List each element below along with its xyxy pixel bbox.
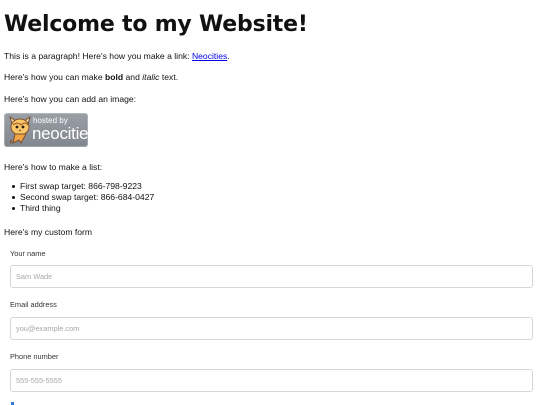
example-list: First swap target: 866-798-9223 Second s… bbox=[11, 181, 155, 214]
bold-text: bold bbox=[105, 72, 124, 82]
page-title: Welcome to my Website! bbox=[4, 12, 308, 37]
list-item-second-swap-target: Second swap target: 866-684-0427 bbox=[11, 192, 155, 202]
formatting-text-start: Here's how you can make bbox=[4, 72, 105, 82]
name-label: Your name bbox=[10, 249, 46, 258]
list-item-third-thing: Third thing bbox=[11, 203, 154, 214]
formatting-text-middle: and bbox=[123, 72, 143, 82]
website-page: Welcome to my Website! This is a paragra… bbox=[0, 0, 540, 405]
form-intro-text: Here's my custom form bbox=[4, 227, 93, 237]
formatting-paragraph: Here's how you can make bold and italic … bbox=[4, 72, 178, 83]
intro-text: This is a paragraph! Here's how you make… bbox=[4, 51, 192, 61]
email-field[interactable] bbox=[10, 317, 533, 340]
list-item-first-swap-target: First swap target: 866-798-9223 bbox=[11, 181, 154, 192]
intro-paragraph: This is a paragraph! Here's how you make… bbox=[4, 51, 230, 62]
formatting-text-end: text. bbox=[159, 72, 179, 82]
intro-punctuation: . bbox=[227, 51, 230, 61]
list-intro-text: Here's how to make a list: bbox=[4, 162, 103, 172]
neocities-badge[interactable]: hosted by neocities bbox=[4, 113, 88, 147]
neocities-link[interactable]: Neocities bbox=[192, 51, 227, 61]
phone-label: Phone number bbox=[10, 352, 59, 361]
neocities-cat-icon bbox=[9, 116, 31, 144]
phone-field[interactable] bbox=[10, 369, 533, 392]
badge-neocities-text: neocities bbox=[32, 124, 88, 143]
italic-text: italic bbox=[142, 72, 160, 82]
name-field[interactable] bbox=[10, 265, 533, 288]
email-label: Email address bbox=[10, 300, 57, 309]
image-intro-text: Here's how you can add an image: bbox=[4, 94, 137, 104]
